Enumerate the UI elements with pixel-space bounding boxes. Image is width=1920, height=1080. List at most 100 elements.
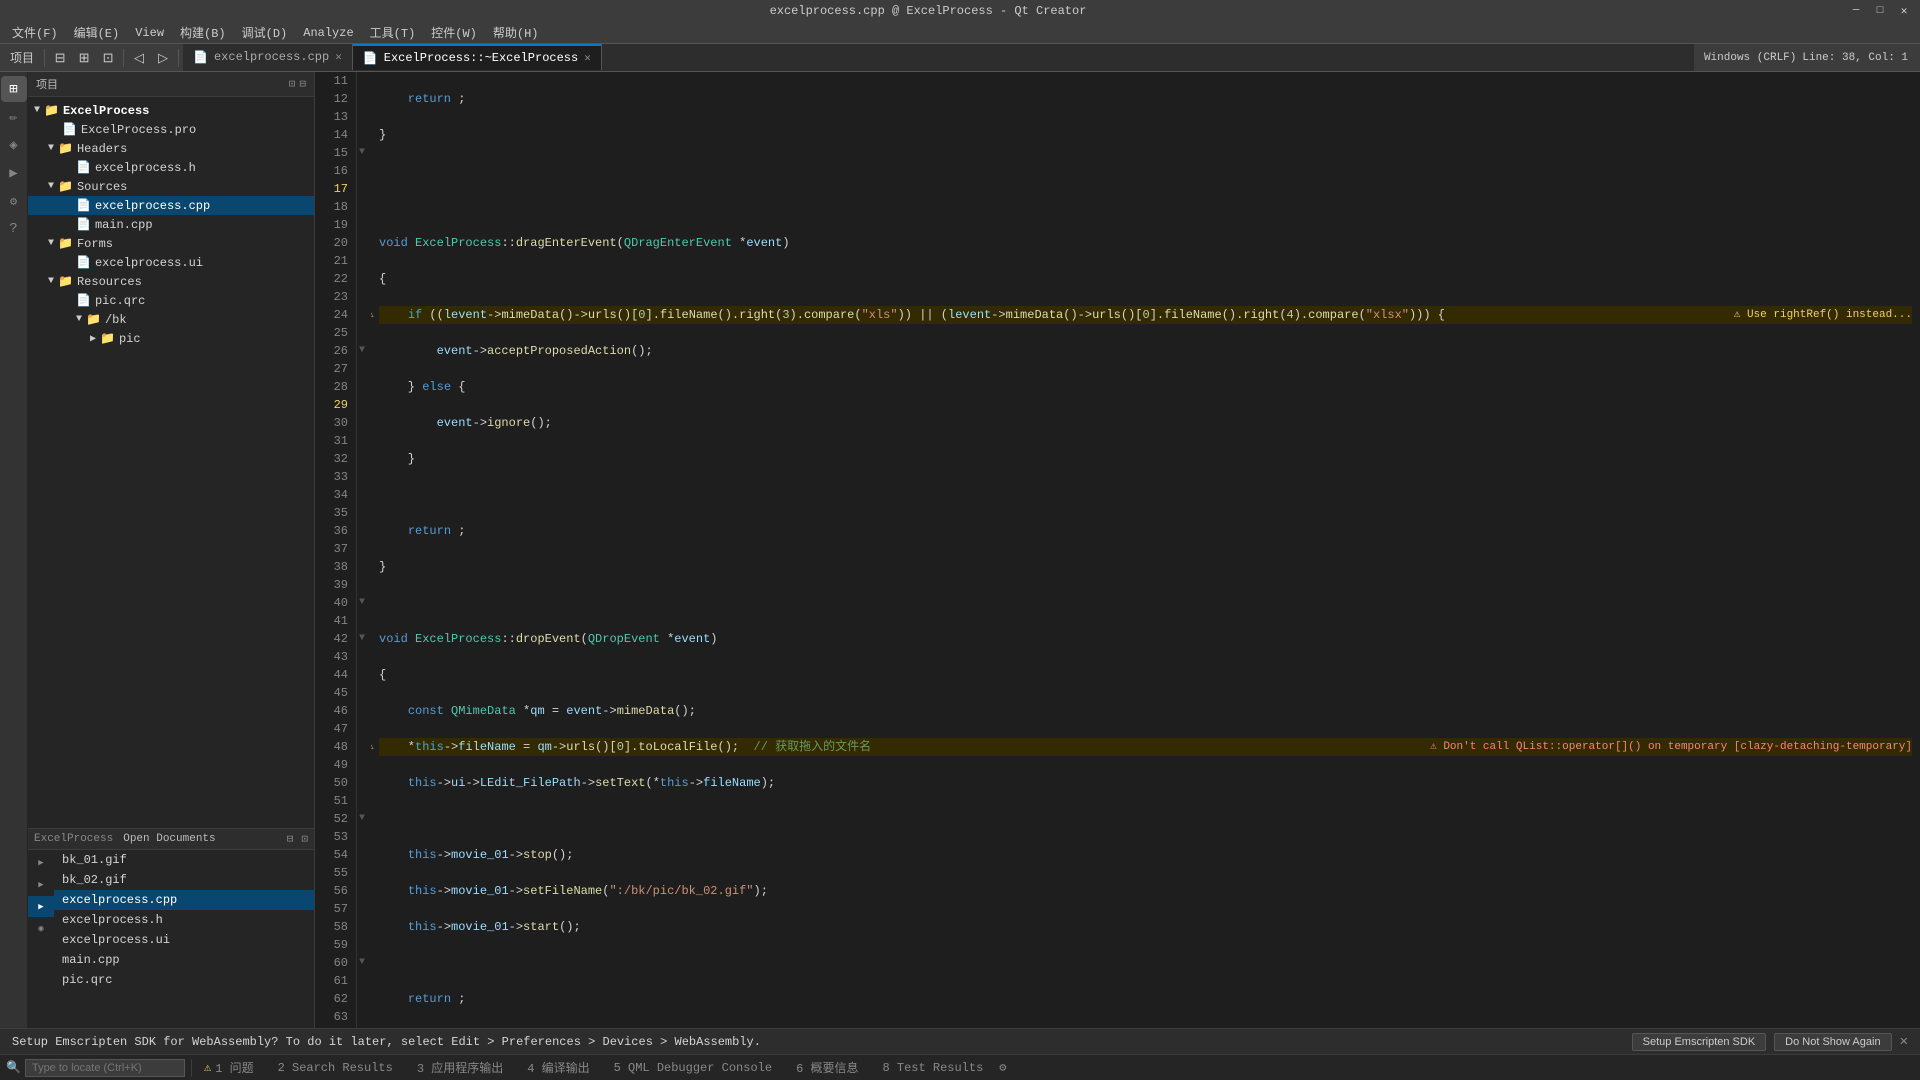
open-docs-layout: ▶ ▶ ▶ ◉ bk_01.gif bk_02.gif excelprocess… <box>28 850 314 1005</box>
toolbar-unfold-btn[interactable]: ⊞ <box>73 47 95 69</box>
doc-bk01[interactable]: bk_01.gif <box>54 850 314 870</box>
sort-icon[interactable]: ⊟ <box>299 77 306 91</box>
tab-label-1: 📄 <box>193 50 208 65</box>
tree-headers-folder[interactable]: ▼ 📁 Headers <box>28 139 314 158</box>
doc-action-2[interactable]: ▶ <box>38 874 43 895</box>
toolbar-forward-btn[interactable]: ▷ <box>152 47 174 69</box>
fold-column: ▼ ▼ ▼ ▼ ▼ ▼ <box>357 72 371 1028</box>
bottom-tab-summary[interactable]: 6 概要信息 <box>784 1055 870 1080</box>
menu-view[interactable]: View <box>127 24 172 42</box>
qrc-label: pic.qrc <box>95 294 145 308</box>
sidebar-design-icon[interactable]: ◈ <box>1 132 27 158</box>
sidebar-help-icon[interactable]: ? <box>1 216 27 242</box>
tab-excelprocess-cpp[interactable]: 📄 excelprocess.cpp ✕ <box>183 44 353 70</box>
cpp-icon: 📄 <box>76 198 91 213</box>
minimize-button[interactable]: ─ <box>1848 3 1864 19</box>
tree-sources-folder[interactable]: ▼ 📁 Sources <box>28 177 314 196</box>
doc-excelprocess-h[interactable]: excelprocess.h <box>54 910 314 930</box>
resources-folder-icon: 📁 <box>58 274 73 289</box>
project-tree: ▼ 📁 ExcelProcess 📄 ExcelProcess.pro ▼ 📁 … <box>28 97 314 828</box>
open-docs-header: ExcelProcess Open Documents ⊟ ⊡ <box>28 829 314 850</box>
code-line-29: ⚠ *this->fileName = qm->urls()[0].toLoca… <box>379 738 1912 756</box>
toolbar-grid-btn[interactable]: ⊡ <box>97 47 119 69</box>
bottom-tab-app-output[interactable]: 3 应用程序输出 <box>405 1055 515 1080</box>
doc-main-cpp-label: main.cpp <box>62 953 120 967</box>
toolbar-back-btn[interactable]: ◁ <box>128 47 150 69</box>
sidebar-debug-icon[interactable]: ▶ <box>1 160 27 186</box>
close-button[interactable]: ✕ <box>1896 3 1912 19</box>
h-label: excelprocess.h <box>95 161 196 175</box>
doc-excelprocess-h-label: excelprocess.h <box>62 913 163 927</box>
menu-controls[interactable]: 控件(W) <box>423 22 485 43</box>
qrc-icon: 📄 <box>76 293 91 308</box>
sidebar-edit-icon[interactable]: ✏ <box>1 104 27 130</box>
tree-main-cpp[interactable]: 📄 main.cpp <box>28 215 314 234</box>
menu-tools[interactable]: 工具(T) <box>362 22 424 43</box>
bottom-tab-problems[interactable]: ⚠ 1 问题 <box>192 1055 266 1080</box>
doc-excelprocess-cpp[interactable]: excelprocess.cpp <box>54 890 314 910</box>
menu-debug[interactable]: 调试(D) <box>234 22 296 43</box>
cpp-label: excelprocess.cpp <box>95 199 210 213</box>
code-content[interactable]: return ; } void ExcelProcess::dragEnterE… <box>371 72 1920 1028</box>
toolbar: 项目 ⊟ ⊞ ⊡ ◁ ▷ 📄 excelprocess.cpp ✕ 📄 Exce… <box>0 44 1920 72</box>
toolbar-right: Windows (CRLF) Line: 38, Col: 1 <box>1696 52 1916 64</box>
do-not-show-again-btn[interactable]: Do Not Show Again <box>1774 1033 1891 1051</box>
test-results-settings-icon[interactable]: ⚙ <box>999 1060 1006 1075</box>
collapse-icon[interactable]: ⊡ <box>289 77 296 91</box>
tree-excelprocess-pro[interactable]: 📄 ExcelProcess.pro <box>28 120 314 139</box>
sidebar-welcome-icon[interactable]: ⊞ <box>1 76 27 102</box>
line-numbers: 11121314 1516 17 1819202122232425 262728… <box>315 72 357 1028</box>
tree-forms-folder[interactable]: ▼ 📁 Forms <box>28 234 314 253</box>
tree-pic-folder[interactable]: ▶ 📁 pic <box>28 329 314 348</box>
tree-excelprocess-cpp[interactable]: 📄 excelprocess.cpp <box>28 196 314 215</box>
code-area[interactable]: 11121314 1516 17 1819202122232425 262728… <box>315 72 1920 1028</box>
open-docs-panel: ExcelProcess Open Documents ⊟ ⊡ ▶ ▶ ▶ ◉ <box>28 828 314 1028</box>
project-tree-header: 项目 ⊡ ⊟ <box>28 72 314 97</box>
setup-emscripten-btn[interactable]: Setup Emscripten SDK <box>1632 1033 1767 1051</box>
tab-excelprocess-destructor[interactable]: 📄 ExcelProcess::~ExcelProcess ✕ <box>353 44 602 70</box>
open-docs-collapse[interactable]: ⊟ <box>287 832 294 846</box>
doc-action-debug-1[interactable]: ◉ <box>38 918 43 939</box>
menu-edit[interactable]: 编辑(E) <box>66 22 128 43</box>
current-project-label: ExcelProcess <box>34 833 113 845</box>
tab-close-1[interactable]: ✕ <box>335 50 342 64</box>
doc-pic-qrc[interactable]: pic.qrc <box>54 970 314 990</box>
tree-bk-folder[interactable]: ▼ 📁 /bk <box>28 310 314 329</box>
tab-close-2[interactable]: ✕ <box>584 51 591 65</box>
bottom-tab-compile-output[interactable]: 4 编译输出 <box>515 1055 601 1080</box>
search-icon: 🔍 <box>6 1060 21 1075</box>
doc-bk02[interactable]: bk_02.gif <box>54 870 314 890</box>
code-line-15: void ExcelProcess::dragEnterEvent(QDragE… <box>379 234 1912 252</box>
sources-folder-icon: 📁 <box>58 179 73 194</box>
bottom-tab-qml-debugger[interactable]: 5 QML Debugger Console <box>602 1057 784 1079</box>
notification-close-icon[interactable]: ✕ <box>1900 1033 1908 1050</box>
doc-excelprocess-ui[interactable]: excelprocess.ui <box>54 930 314 950</box>
tree-root-excelprocess[interactable]: ▼ 📁 ExcelProcess <box>28 101 314 120</box>
open-docs-sort[interactable]: ⊡ <box>301 832 308 846</box>
code-line-31 <box>379 810 1912 828</box>
doc-action-1[interactable]: ▶ <box>38 852 43 873</box>
pro-icon: 📄 <box>62 122 77 137</box>
menu-analyze[interactable]: Analyze <box>295 24 361 42</box>
tree-excelprocess-ui[interactable]: 📄 excelprocess.ui <box>28 253 314 272</box>
bottom-tab-test-results[interactable]: 8 Test Results <box>870 1057 995 1079</box>
tree-pic-qrc[interactable]: 📄 pic.qrc <box>28 291 314 310</box>
menu-build[interactable]: 构建(B) <box>172 22 234 43</box>
tree-excelprocess-h[interactable]: 📄 excelprocess.h <box>28 158 314 177</box>
doc-main-cpp[interactable]: main.cpp <box>54 950 314 970</box>
tree-resources-folder[interactable]: ▼ 📁 Resources <box>28 272 314 291</box>
doc-action-3[interactable]: ▶ <box>28 896 54 917</box>
toolbar-sep-1 <box>44 49 45 67</box>
menu-file[interactable]: 文件(F) <box>4 22 66 43</box>
maximize-button[interactable]: □ <box>1872 3 1888 19</box>
toolbar-filter-btn[interactable]: ⊟ <box>49 47 71 69</box>
resources-label: Resources <box>77 275 142 289</box>
doc-pic-qrc-label: pic.qrc <box>62 973 112 987</box>
menu-help[interactable]: 帮助(H) <box>485 22 547 43</box>
locate-input[interactable] <box>25 1059 185 1077</box>
bottom-tab-search-results[interactable]: 2 Search Results <box>266 1057 405 1079</box>
bk-label: /bk <box>105 313 127 327</box>
toolbar-sep-2 <box>123 49 124 67</box>
main-layout: ⊞ ✏ ◈ ▶ ⚙ ? 项目 ⊡ ⊟ ▼ 📁 ExcelProcess 📄 Ex… <box>0 72 1920 1028</box>
sidebar-project-icon[interactable]: ⚙ <box>1 188 27 214</box>
